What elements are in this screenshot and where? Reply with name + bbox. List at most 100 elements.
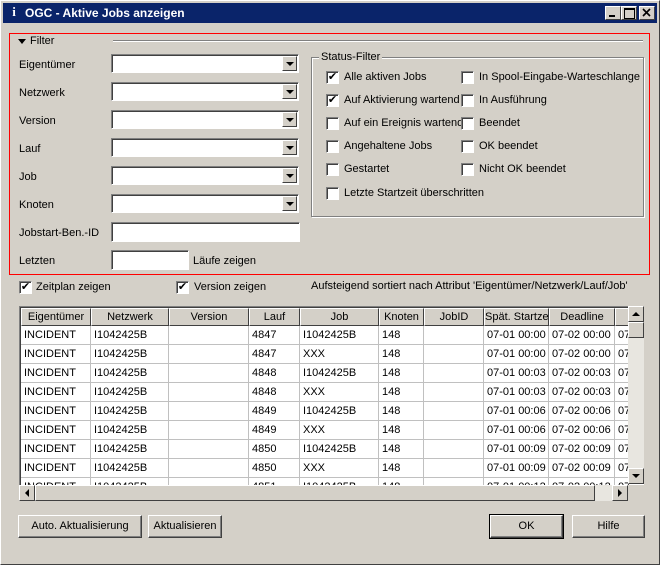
table-cell[interactable]: 148: [379, 421, 424, 440]
vertical-scrollbar[interactable]: [628, 306, 644, 484]
table-cell[interactable]: INCIDENT: [21, 345, 91, 364]
table-cell[interactable]: 148: [379, 326, 424, 345]
collapse-triangle-icon[interactable]: [18, 38, 28, 46]
show-schedule-checkbox[interactable]: ✔: [19, 281, 32, 294]
table-cell[interactable]: 07-02 00:00: [549, 326, 615, 345]
scroll-left-button[interactable]: [19, 485, 35, 501]
table-cell[interactable]: 07-01 00:06: [484, 421, 549, 440]
table-cell[interactable]: 07-01 00:00: [484, 326, 549, 345]
table-cell[interactable]: [169, 345, 249, 364]
table-cell[interactable]: 07-02 00:06: [549, 421, 615, 440]
table-cell[interactable]: 148: [379, 345, 424, 364]
table-cell[interactable]: I1042425B: [300, 364, 379, 383]
table-cell[interactable]: I1042425B: [91, 421, 169, 440]
dropdown-button[interactable]: [282, 196, 297, 211]
jobs-table[interactable]: Eigentümer Netzwerk Version Lauf Job Kno…: [19, 306, 644, 501]
table-cell[interactable]: 148: [379, 383, 424, 402]
waiting-activation-checkbox[interactable]: ✔: [326, 94, 339, 107]
table-cell[interactable]: I1042425B: [91, 440, 169, 459]
dropdown-button[interactable]: [282, 168, 297, 183]
column-header-job[interactable]: Job: [300, 308, 379, 326]
table-cell[interactable]: 4848: [249, 383, 300, 402]
started-checkbox[interactable]: [326, 163, 339, 176]
table-cell[interactable]: 4850: [249, 459, 300, 478]
last-runs-input[interactable]: [111, 250, 189, 270]
network-combo[interactable]: [111, 82, 299, 101]
job-combo[interactable]: [111, 166, 299, 185]
scroll-thumb[interactable]: [628, 322, 644, 338]
table-cell[interactable]: 148: [379, 440, 424, 459]
table-cell[interactable]: 148: [379, 402, 424, 421]
table-cell[interactable]: [424, 345, 484, 364]
table-cell[interactable]: XXX: [300, 383, 379, 402]
column-header-jobid[interactable]: JobID: [424, 308, 484, 326]
table-cell[interactable]: 148: [379, 364, 424, 383]
table-cell[interactable]: [424, 402, 484, 421]
table-cell[interactable]: [424, 326, 484, 345]
table-cell[interactable]: I1042425B: [300, 326, 379, 345]
help-button[interactable]: Hilfe: [572, 515, 645, 538]
table-cell[interactable]: 07-01 00:09: [484, 440, 549, 459]
spool-queue-checkbox[interactable]: [461, 71, 474, 84]
table-cell[interactable]: 4847: [249, 345, 300, 364]
maximize-button[interactable]: [621, 6, 637, 20]
suspended-jobs-checkbox[interactable]: [326, 140, 339, 153]
table-cell[interactable]: 07-01 00:00: [484, 345, 549, 364]
show-version-checkbox[interactable]: ✔: [176, 281, 189, 294]
horizontal-scroll-thumb[interactable]: [35, 485, 595, 501]
ok-finished-checkbox[interactable]: [461, 140, 474, 153]
table-cell[interactable]: [169, 402, 249, 421]
column-header-owner[interactable]: Eigentümer: [21, 308, 91, 326]
table-cell[interactable]: INCIDENT: [21, 383, 91, 402]
scroll-right-button[interactable]: [612, 485, 628, 501]
table-cell[interactable]: [424, 459, 484, 478]
finished-checkbox[interactable]: [461, 117, 474, 130]
refresh-button[interactable]: Aktualisieren: [148, 515, 222, 538]
table-cell[interactable]: I1042425B: [91, 345, 169, 364]
table-cell[interactable]: 4848: [249, 364, 300, 383]
table-cell[interactable]: 4849: [249, 402, 300, 421]
table-cell[interactable]: [169, 459, 249, 478]
table-cell[interactable]: 07-01 00:09: [484, 459, 549, 478]
column-header-node[interactable]: Knoten: [379, 308, 424, 326]
column-header-network[interactable]: Netzwerk: [91, 308, 169, 326]
table-cell[interactable]: 07-02 00:06: [549, 402, 615, 421]
table-cell[interactable]: INCIDENT: [21, 402, 91, 421]
table-cell[interactable]: INCIDENT: [21, 364, 91, 383]
column-header-deadline[interactable]: Deadline: [549, 308, 615, 326]
dropdown-button[interactable]: [282, 56, 297, 71]
run-combo[interactable]: [111, 138, 299, 157]
table-cell[interactable]: XXX: [300, 459, 379, 478]
table-cell[interactable]: 07-02 00:03: [549, 383, 615, 402]
table-cell[interactable]: [169, 383, 249, 402]
table-cell[interactable]: [169, 440, 249, 459]
table-cell[interactable]: INCIDENT: [21, 440, 91, 459]
table-cell[interactable]: I1042425B: [300, 440, 379, 459]
close-button[interactable]: [639, 6, 655, 20]
table-cell[interactable]: INCIDENT: [21, 421, 91, 440]
table-cell[interactable]: 07-01 00:03: [484, 364, 549, 383]
table-cell[interactable]: [169, 421, 249, 440]
ok-button[interactable]: OK: [489, 514, 564, 539]
table-cell[interactable]: 4849: [249, 421, 300, 440]
table-cell[interactable]: [424, 383, 484, 402]
last-start-exceeded-checkbox[interactable]: [326, 187, 339, 200]
horizontal-scrollbar[interactable]: [19, 485, 628, 501]
table-cell[interactable]: 07-02 00:09: [549, 459, 615, 478]
version-combo[interactable]: [111, 110, 299, 129]
table-cell[interactable]: XXX: [300, 345, 379, 364]
not-ok-finished-checkbox[interactable]: [461, 163, 474, 176]
jobstart-user-input[interactable]: [111, 222, 300, 242]
table-cell[interactable]: INCIDENT: [21, 459, 91, 478]
table-cell[interactable]: 4850: [249, 440, 300, 459]
column-header-version[interactable]: Version: [169, 308, 249, 326]
table-cell[interactable]: [169, 326, 249, 345]
table-cell[interactable]: [424, 421, 484, 440]
table-cell[interactable]: I1042425B: [91, 364, 169, 383]
table-cell[interactable]: I1042425B: [91, 383, 169, 402]
table-cell[interactable]: I1042425B: [91, 326, 169, 345]
table-cell[interactable]: [169, 364, 249, 383]
table-cell[interactable]: I1042425B: [91, 459, 169, 478]
table-cell[interactable]: 07-02 00:00: [549, 345, 615, 364]
table-cell[interactable]: 07-01 00:03: [484, 383, 549, 402]
